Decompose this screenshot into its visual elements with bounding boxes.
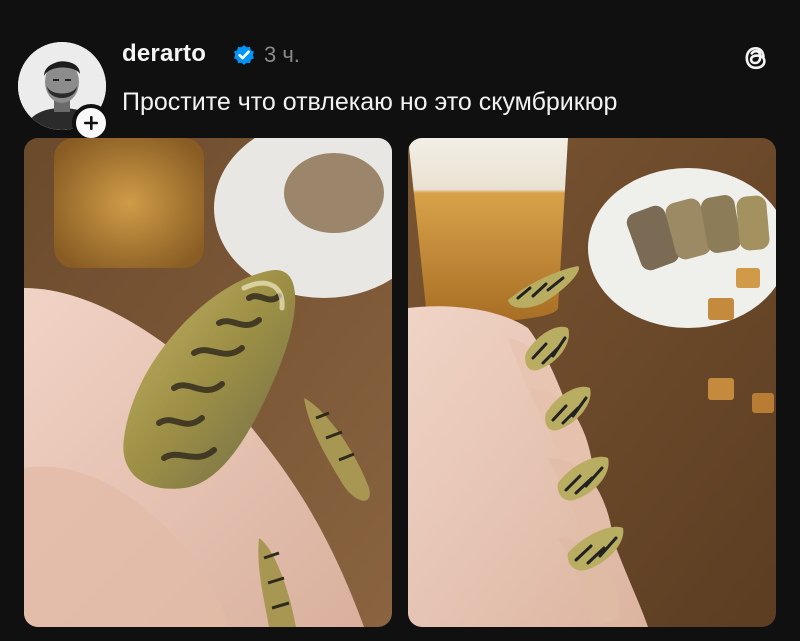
post-image-1[interactable]: [24, 138, 392, 627]
author-avatar-container[interactable]: [18, 42, 110, 142]
threads-logo-icon[interactable]: [738, 40, 774, 76]
author-username[interactable]: derarto: [122, 40, 206, 68]
post-image-2[interactable]: [408, 138, 776, 627]
plus-icon: [84, 116, 98, 130]
close-up-nail-image: [24, 138, 392, 627]
post-timestamp: 3 ч.: [264, 42, 300, 67]
verified-badge-icon: [234, 45, 254, 65]
hand-with-nails-image: [408, 138, 776, 627]
threads-post: derarto 3 ч. Простите что отвлекаю но эт…: [0, 0, 800, 641]
post-text: Простите что отвлекаю но это скумбрикюр: [122, 88, 618, 116]
follow-button[interactable]: [72, 104, 110, 142]
